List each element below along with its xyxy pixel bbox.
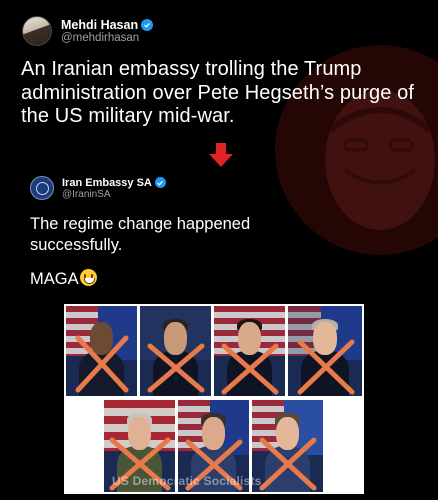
officer-photo xyxy=(214,306,285,396)
attached-photo-grid[interactable] xyxy=(64,304,364,494)
verified-badge-icon xyxy=(154,177,166,188)
avatar[interactable] xyxy=(22,16,52,46)
cross-out-mark xyxy=(259,437,317,491)
quoted-author-handle[interactable]: @IraninSA xyxy=(62,189,166,200)
quoted-author-name[interactable]: Iran Embassy SA xyxy=(62,177,152,189)
cross-out-mark xyxy=(297,339,355,395)
post-text: An Iranian embassy trolling the Trump ad… xyxy=(21,58,415,127)
officer-photo xyxy=(66,306,137,396)
author-handle[interactable]: @mehdirhasan xyxy=(61,32,153,44)
quoted-line-2: MAGA xyxy=(30,270,79,288)
quoted-line-1: The regime change happened successfully. xyxy=(30,215,251,254)
officer-photo xyxy=(252,400,323,492)
officer-photo xyxy=(140,306,211,396)
verified-badge-icon xyxy=(141,19,154,31)
down-arrow-icon xyxy=(209,143,233,167)
cross-out-mark xyxy=(221,343,279,395)
grinning-face-emoji xyxy=(79,269,97,286)
officer-photo xyxy=(288,306,362,396)
quoted-text: The regime change happened successfully.… xyxy=(30,214,330,304)
quoted-avatar[interactable] xyxy=(30,176,54,200)
image-watermark: US Democratic Socialists xyxy=(112,474,262,488)
quoted-author[interactable]: Iran Embassy SA @IraninSA xyxy=(30,176,166,200)
cross-out-mark xyxy=(75,335,129,393)
post-author[interactable]: Mehdi Hasan @mehdirhasan xyxy=(22,16,154,46)
author-name[interactable]: Mehdi Hasan xyxy=(61,18,138,32)
cross-out-mark xyxy=(147,343,205,393)
